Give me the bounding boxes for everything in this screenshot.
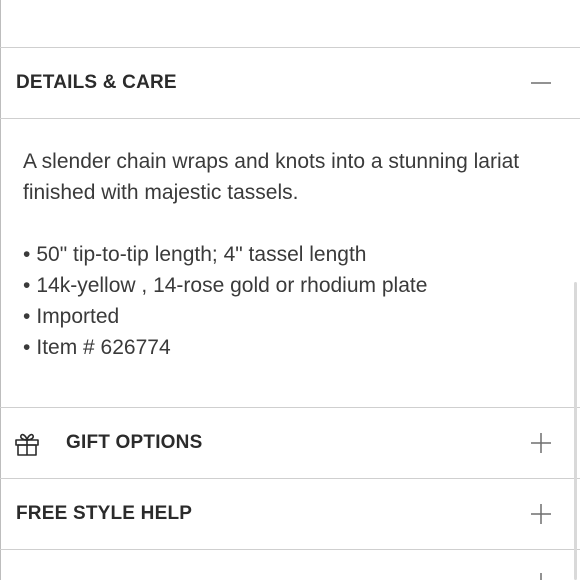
divider [0, 118, 580, 119]
plus-icon[interactable] [530, 572, 552, 580]
product-details-list: 50" tip-to-tip length; 4" tassel length … [23, 239, 427, 363]
details-care-header[interactable]: DETAILS & CARE [0, 48, 580, 118]
gift-icon [14, 431, 40, 457]
list-item: 14k-yellow , 14-rose gold or rhodium pla… [23, 270, 427, 301]
free-style-help-title: FREE STYLE HELP [16, 503, 193, 524]
gift-options-header[interactable]: GIFT OPTIONS [0, 408, 580, 478]
scrollbar[interactable] [574, 282, 577, 580]
product-details-accordion: DETAILS & CARE A slender chain wraps and… [0, 0, 580, 580]
divider [0, 549, 580, 550]
details-care-title: DETAILS & CARE [16, 72, 177, 93]
free-style-help-header[interactable]: FREE STYLE HELP [0, 479, 580, 549]
gift-options-title: GIFT OPTIONS [66, 432, 203, 453]
list-item: Item # 626774 [23, 332, 427, 363]
plus-icon[interactable] [530, 432, 552, 454]
minus-icon[interactable] [530, 72, 552, 94]
plus-icon[interactable] [530, 503, 552, 525]
list-item: Imported [23, 301, 427, 332]
list-item: 50" tip-to-tip length; 4" tassel length [23, 239, 427, 270]
product-description: A slender chain wraps and knots into a s… [23, 150, 520, 204]
